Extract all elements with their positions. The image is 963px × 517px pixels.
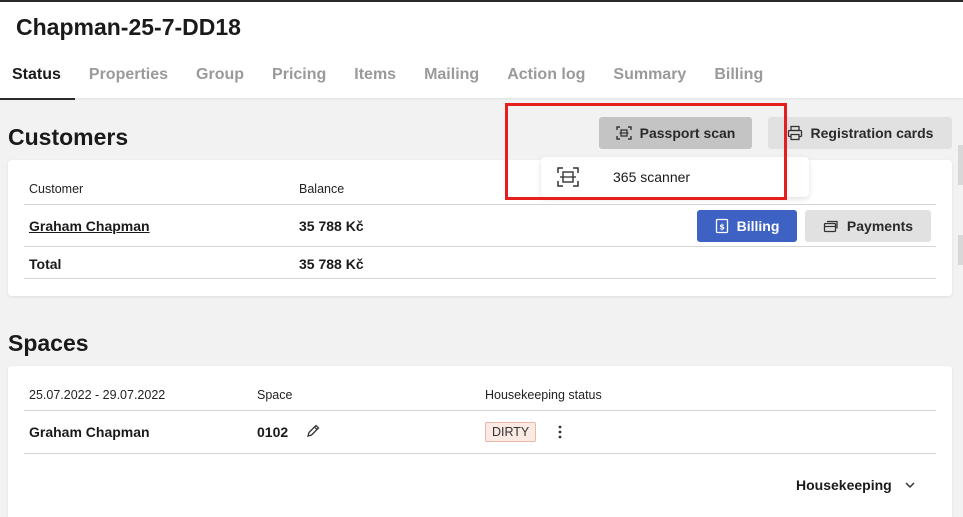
column-header-balance: Balance <box>299 182 345 196</box>
column-header-dates: 25.07.2022 - 29.07.2022 <box>29 388 166 402</box>
edit-pencil-icon[interactable] <box>306 424 320 443</box>
guest-name: Graham Chapman <box>29 424 150 440</box>
highlight-annotation <box>505 103 787 200</box>
invoice-icon: $ <box>715 218 728 234</box>
customer-name-link[interactable]: Graham Chapman <box>29 218 150 234</box>
customer-balance: 35 788 Kč <box>299 218 364 234</box>
housekeeping-dropdown-label: Housekeeping <box>796 477 892 493</box>
tab-mailing[interactable]: Mailing <box>410 58 493 100</box>
tab-bar: Status Properties Group Pricing Items Ma… <box>0 58 777 100</box>
space-number: 0102 <box>257 424 289 440</box>
page-title: Chapman-25-7-DD18 <box>16 14 241 40</box>
customers-heading: Customers <box>8 124 129 150</box>
tab-group[interactable]: Group <box>182 58 258 100</box>
housekeeping-dropdown[interactable]: Housekeeping <box>796 477 916 493</box>
column-header-space: Space <box>257 388 293 402</box>
customers-card: Customer Balance Graham Chapman 35 788 K… <box>8 160 952 296</box>
tab-status[interactable]: Status <box>0 58 75 100</box>
billing-label: Billing <box>736 218 780 234</box>
payments-label: Payments <box>846 218 914 234</box>
printer-icon <box>787 125 802 141</box>
spaces-heading: Spaces <box>8 330 89 356</box>
payments-button[interactable]: Payments <box>805 210 931 242</box>
total-balance: 35 788 Kč <box>299 256 364 272</box>
tab-items[interactable]: Items <box>340 58 410 100</box>
divider <box>24 278 936 279</box>
divider <box>24 453 936 454</box>
scrollbar-thumb[interactable] <box>958 145 963 185</box>
divider <box>24 410 936 411</box>
tab-pricing[interactable]: Pricing <box>258 58 340 100</box>
column-header-customer: Customer <box>29 182 84 196</box>
tab-billing[interactable]: Billing <box>700 58 777 100</box>
divider <box>24 204 936 205</box>
scrollbar-thumb-secondary[interactable] <box>958 235 963 265</box>
svg-text:$: $ <box>719 223 725 232</box>
total-label: Total <box>29 256 62 272</box>
registration-cards-label: Registration cards <box>810 125 934 141</box>
tab-properties[interactable]: Properties <box>75 58 182 100</box>
tab-action-log[interactable]: Action log <box>493 58 599 100</box>
payments-icon <box>823 220 838 233</box>
spaces-card: 25.07.2022 - 29.07.2022 Space Housekeepi… <box>8 366 952 517</box>
divider <box>24 246 936 247</box>
housekeeping-status-badge: DIRTY <box>485 422 537 442</box>
column-header-housekeeping: Housekeeping status <box>485 388 602 402</box>
billing-button[interactable]: $ Billing <box>697 210 797 242</box>
tab-summary[interactable]: Summary <box>599 58 700 100</box>
chevron-down-icon <box>905 482 915 489</box>
more-options-icon[interactable] <box>557 423 563 446</box>
page-header: Chapman-25-7-DD18 Status Properties Grou… <box>0 0 963 100</box>
registration-cards-button[interactable]: Registration cards <box>768 117 952 149</box>
